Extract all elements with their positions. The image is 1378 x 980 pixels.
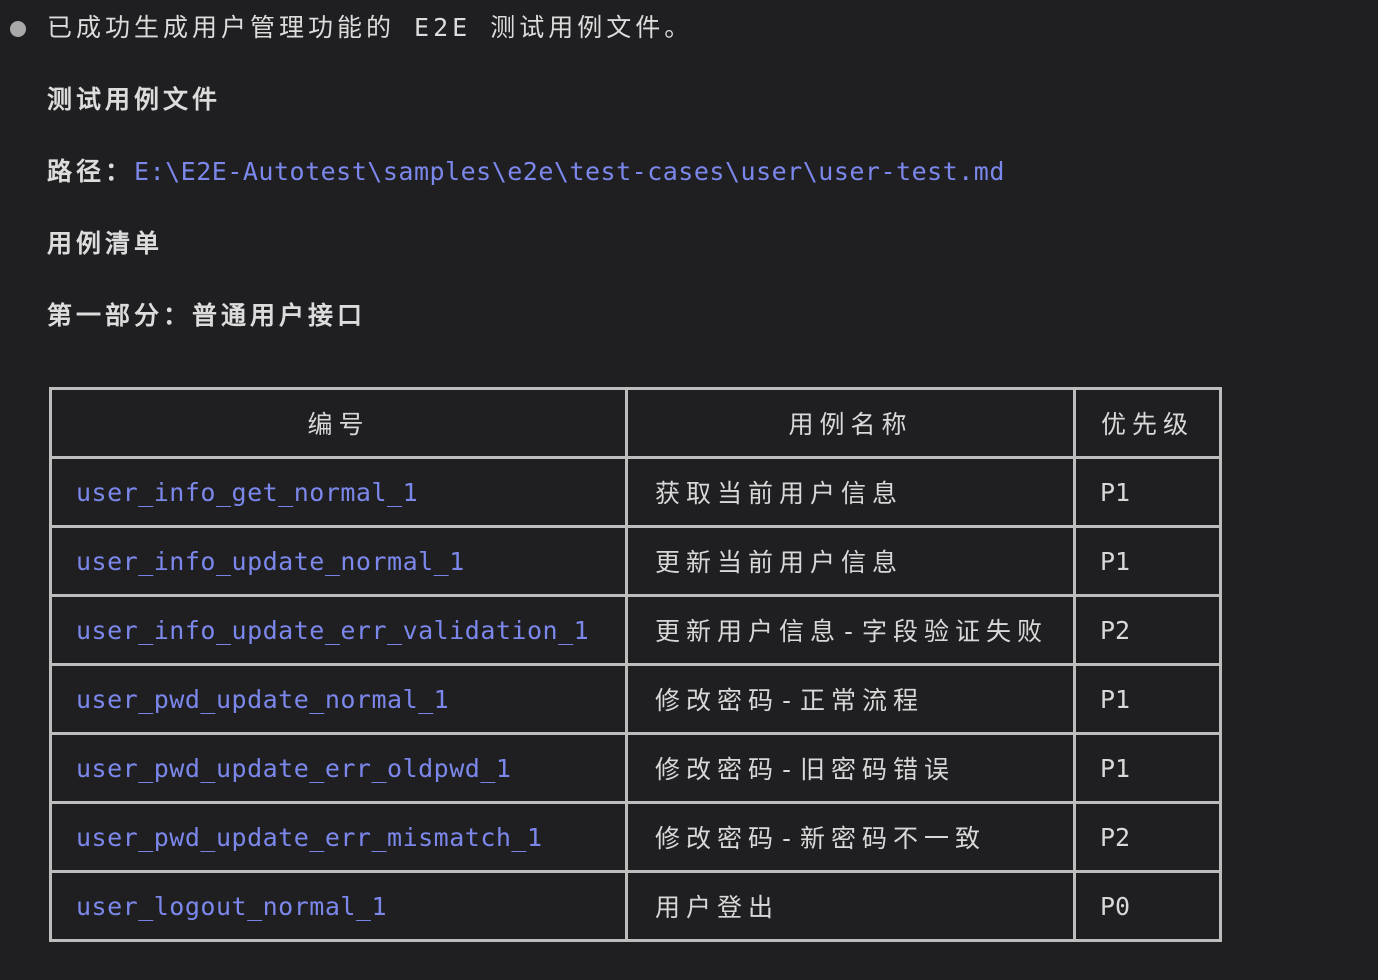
test-case-table: 编号 用例名称 优先级 user_info_get_normal_1 获取当前用… — [49, 387, 1222, 942]
path-line: 路径：E:\E2E-Autotest\samples\e2e\test-case… — [47, 156, 1005, 188]
table-row: user_logout_normal_1 用户登出 P0 — [49, 870, 1222, 942]
case-priority: P1 — [1073, 663, 1222, 735]
case-id[interactable]: user_pwd_update_err_oldpwd_1 — [49, 732, 628, 804]
table-row: user_info_get_normal_1 获取当前用户信息 P1 — [49, 456, 1222, 528]
case-id[interactable]: user_info_update_err_validation_1 — [49, 594, 628, 666]
case-priority: P1 — [1073, 456, 1222, 528]
section-file-title: 测试用例文件 — [47, 85, 222, 114]
part-one-title: 第一部分：普通用户接口 — [47, 301, 367, 330]
case-name: 更新用户信息-字段验证失败 — [625, 594, 1076, 666]
case-name: 获取当前用户信息 — [625, 456, 1076, 528]
table-row: user_pwd_update_err_oldpwd_1 修改密码-旧密码错误 … — [49, 732, 1222, 804]
case-id[interactable]: user_info_update_normal_1 — [49, 525, 628, 597]
case-id[interactable]: user_info_get_normal_1 — [49, 456, 628, 528]
table-row: user_info_update_normal_1 更新当前用户信息 P1 — [49, 525, 1222, 597]
case-priority: P2 — [1073, 594, 1222, 666]
header-name: 用例名称 — [625, 387, 1076, 459]
table-header-row: 编号 用例名称 优先级 — [49, 387, 1222, 459]
table-row: user_info_update_err_validation_1 更新用户信息… — [49, 594, 1222, 666]
case-priority: P1 — [1073, 525, 1222, 597]
bullet-dot-icon — [10, 21, 26, 37]
case-priority: P2 — [1073, 801, 1222, 873]
section-list-title: 用例清单 — [47, 229, 164, 258]
case-name: 更新当前用户信息 — [625, 525, 1076, 597]
path-link[interactable]: E:\E2E-Autotest\samples\e2e\test-cases\u… — [134, 157, 1005, 186]
summary-text: 已成功生成用户管理功能的 E2E 测试用例文件。 — [47, 13, 694, 42]
case-id[interactable]: user_pwd_update_err_mismatch_1 — [49, 801, 628, 873]
case-name: 用户登出 — [625, 870, 1076, 942]
case-name: 修改密码-旧密码错误 — [625, 732, 1076, 804]
case-name: 修改密码-正常流程 — [625, 663, 1076, 735]
header-id: 编号 — [49, 387, 628, 459]
header-priority: 优先级 — [1073, 387, 1222, 459]
case-name: 修改密码-新密码不一致 — [625, 801, 1076, 873]
case-id[interactable]: user_logout_normal_1 — [49, 870, 628, 942]
path-label: 路径： — [47, 157, 135, 186]
table-row: user_pwd_update_err_mismatch_1 修改密码-新密码不… — [49, 801, 1222, 873]
case-priority: P0 — [1073, 870, 1222, 942]
case-id[interactable]: user_pwd_update_normal_1 — [49, 663, 628, 735]
case-priority: P1 — [1073, 732, 1222, 804]
table-row: user_pwd_update_normal_1 修改密码-正常流程 P1 — [49, 663, 1222, 735]
